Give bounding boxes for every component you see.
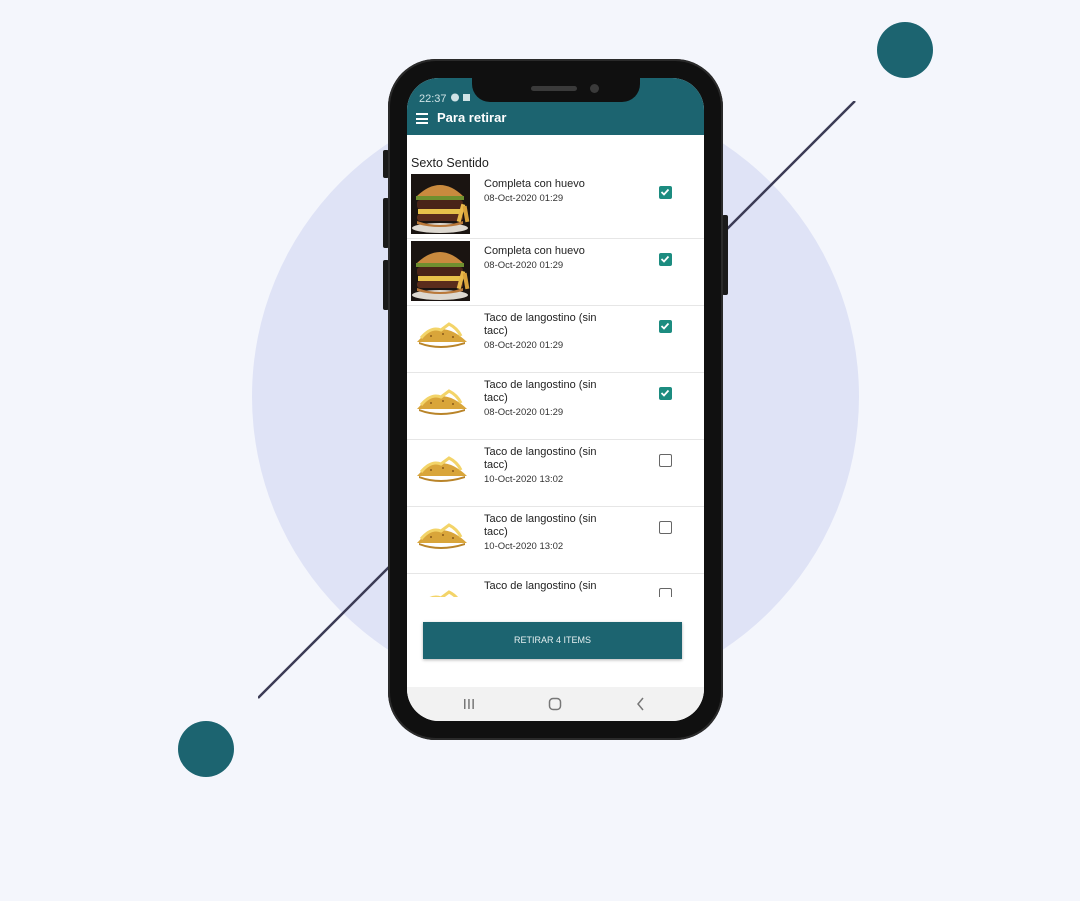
checkbox-checked[interactable] — [659, 253, 672, 266]
phone-camera — [590, 84, 599, 93]
item-title: Taco de langostino (sin tacc) — [484, 446, 597, 471]
app-bar: Para retirar — [407, 102, 704, 135]
taco-image — [411, 442, 470, 502]
checkbox-unchecked[interactable] — [659, 454, 672, 467]
list-item[interactable]: Completa con huevo 08-Oct-2020 01:29 — [407, 239, 704, 306]
recents-icon[interactable] — [459, 696, 479, 712]
item-name: Taco de langostino (sin — [484, 580, 609, 594]
android-nav-bar — [407, 687, 704, 721]
back-icon[interactable] — [631, 696, 651, 712]
checkbox-unchecked[interactable] — [659, 588, 672, 597]
item-date: 08-Oct-2020 01:29 — [484, 193, 564, 204]
item-name: Taco de langostino (sin tacc) 10-Oct-2020… — [484, 513, 609, 553]
list-item[interactable]: Taco de langostino (sin tacc) 10-Oct-2020… — [407, 440, 704, 507]
item-title: Taco de langostino (sin tacc) — [484, 312, 597, 337]
item-title: Taco de langostino (sin — [484, 580, 597, 592]
item-date: 10-Oct-2020 13:02 — [484, 541, 564, 552]
phone-screen: 22:37 Para retirar Sexto Sentido Complet… — [407, 78, 704, 721]
item-title: Completa con huevo — [484, 245, 585, 257]
item-date: 08-Oct-2020 01:29 — [484, 340, 564, 351]
taco-image — [411, 375, 470, 435]
decorative-dot-bottom — [178, 721, 234, 777]
taco-image — [411, 509, 470, 569]
taco-image — [411, 576, 470, 597]
item-list[interactable]: Completa con huevo 08-Oct-2020 01:29 Comp… — [407, 172, 704, 597]
item-date: 08-Oct-2020 01:29 — [484, 407, 564, 418]
checkbox-checked[interactable] — [659, 320, 672, 333]
item-name: Completa con huevo 08-Oct-2020 01:29 — [484, 178, 609, 205]
item-date: 10-Oct-2020 13:02 — [484, 474, 564, 485]
item-title: Completa con huevo — [484, 178, 585, 190]
hamburger-menu-icon[interactable] — [416, 113, 428, 124]
list-item[interactable]: Taco de langostino (sin — [407, 574, 704, 597]
item-date: 08-Oct-2020 01:29 — [484, 260, 564, 271]
section-title: Sexto Sentido — [411, 156, 489, 170]
phone-notch — [472, 65, 640, 102]
page-title: Para retirar — [437, 110, 507, 125]
burger-image — [411, 241, 470, 301]
home-icon[interactable] — [545, 696, 565, 712]
retirar-items-button[interactable]: RETIRAR 4 ITEMS — [423, 622, 682, 659]
checkbox-checked[interactable] — [659, 186, 672, 199]
decorative-dot-top — [877, 22, 933, 78]
item-name: Taco de langostino (sin tacc) 10-Oct-2020… — [484, 446, 609, 486]
item-name: Taco de langostino (sin tacc) 08-Oct-2020… — [484, 379, 609, 419]
burger-image — [411, 174, 470, 234]
item-title: Taco de langostino (sin tacc) — [484, 379, 597, 404]
list-item[interactable]: Completa con huevo 08-Oct-2020 01:29 — [407, 172, 704, 239]
list-item[interactable]: Taco de langostino (sin tacc) 10-Oct-2020… — [407, 507, 704, 574]
notification-a-icon — [451, 93, 470, 102]
item-title: Taco de langostino (sin tacc) — [484, 513, 597, 538]
list-item[interactable]: Taco de langostino (sin tacc) 08-Oct-2020… — [407, 306, 704, 373]
item-name: Taco de langostino (sin tacc) 08-Oct-2020… — [484, 312, 609, 352]
checkbox-checked[interactable] — [659, 387, 672, 400]
item-name: Completa con huevo 08-Oct-2020 01:29 — [484, 245, 609, 272]
taco-image — [411, 308, 470, 368]
phone-speaker — [531, 86, 577, 91]
list-item[interactable]: Taco de langostino (sin tacc) 08-Oct-2020… — [407, 373, 704, 440]
checkbox-unchecked[interactable] — [659, 521, 672, 534]
